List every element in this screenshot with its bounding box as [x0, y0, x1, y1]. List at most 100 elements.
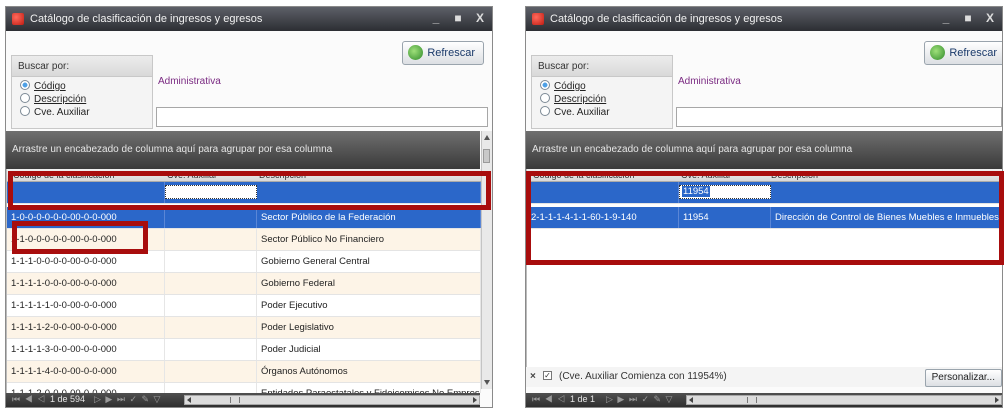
- table-row[interactable]: 1-1-1-1-4-0-0-00-0-0-000 Órganos Autónomo…: [7, 361, 481, 383]
- cell-codigo[interactable]: 1-1-1-1-2-0-0-00-0-0-000: [7, 317, 165, 338]
- refresh-button[interactable]: Refrescar: [924, 41, 1002, 65]
- cell-cve-auxiliar[interactable]: [165, 207, 257, 228]
- col-header-cve-auxiliar[interactable]: Cve. Auxiliar: [681, 170, 731, 180]
- clear-filter-icon[interactable]: ×: [530, 371, 536, 382]
- cell-codigo[interactable]: 1-1-1-1-4-0-0-00-0-0-000: [7, 361, 165, 382]
- scroll-right-icon[interactable]: [995, 397, 999, 403]
- scroll-thumb[interactable]: [747, 397, 757, 403]
- cell-cve-auxiliar[interactable]: [165, 383, 257, 393]
- refresh-button[interactable]: Refrescar: [402, 41, 484, 65]
- option-descripcion[interactable]: Descripción: [540, 93, 606, 105]
- filter-input-cve-auxiliar[interactable]: [165, 185, 257, 199]
- refresh-label: Refrescar: [949, 47, 997, 59]
- cell-codigo[interactable]: 1-1-0-0-0-0-0-00-0-0-000: [7, 229, 165, 250]
- cell-codigo[interactable]: 1-1-1-1-3-0-0-00-0-0-000: [7, 339, 165, 360]
- group-hint: Arrastre un encabezado de columna aquí p…: [12, 144, 333, 155]
- cell-cve-auxiliar[interactable]: [165, 317, 257, 338]
- option-cve-auxiliar[interactable]: Cve. Auxiliar: [20, 106, 90, 118]
- minimize-button[interactable]: _: [430, 11, 442, 25]
- cell-cve-auxiliar[interactable]: [165, 251, 257, 272]
- nav-next-last-icons[interactable]: ▷ ▶ ⏭ ✓ ✎ ▽: [94, 394, 161, 405]
- filter-cell-descripcion[interactable]: [771, 182, 1002, 203]
- minimize-button[interactable]: _: [940, 11, 952, 25]
- cell-descripcion[interactable]: Órganos Autónomos: [257, 361, 481, 382]
- horizontal-scrollbar[interactable]: [184, 395, 480, 405]
- close-button[interactable]: X: [474, 11, 486, 25]
- scroll-thumb[interactable]: [230, 397, 240, 403]
- catalog-window-left: Catálogo de clasificación de ingresos y …: [5, 6, 493, 408]
- customize-button[interactable]: Personalizar...: [924, 369, 1002, 387]
- cell-descripcion[interactable]: Poder Ejecutivo: [257, 295, 481, 316]
- col-header-descripcion[interactable]: Descripción: [259, 170, 306, 180]
- option-codigo[interactable]: Código: [20, 80, 66, 92]
- cell-codigo[interactable]: 1-0-0-0-0-0-0-00-0-0-000: [7, 207, 165, 228]
- scroll-left-icon[interactable]: [689, 397, 693, 403]
- cell-codigo[interactable]: 1-1-1-0-0-0-0-00-0-0-000: [7, 251, 165, 272]
- filter-cell-descripcion[interactable]: [257, 182, 481, 203]
- search-input[interactable]: [676, 107, 1002, 127]
- table-row[interactable]: 2-1-1-1-4-1-1-60-1-9-140 11954 Dirección d…: [527, 207, 1002, 229]
- vertical-scrollbar[interactable]: [481, 131, 492, 389]
- filter-checkbox[interactable]: ✓: [543, 371, 552, 380]
- navigator-bar: ⏮ ◀ ◁ 1 de 594 ▷ ▶ ⏭ ✓ ✎ ▽: [6, 393, 480, 407]
- option-codigo[interactable]: Código: [540, 80, 586, 92]
- filter-cell-codigo[interactable]: [527, 182, 679, 203]
- cell-descripcion[interactable]: Gobierno Federal: [257, 273, 481, 294]
- cell-cve-auxiliar[interactable]: [165, 273, 257, 294]
- cell-descripcion[interactable]: Dirección de Control de Bienes Muebles e…: [771, 207, 1002, 228]
- cell-cve-auxiliar[interactable]: [165, 361, 257, 382]
- table-row[interactable]: 1-1-1-1-3-0-0-00-0-0-000 Poder Judicial: [7, 339, 481, 361]
- cell-descripcion[interactable]: Sector Público de la Federación: [257, 207, 481, 228]
- admin-label: Administrativa: [158, 76, 221, 87]
- filter-status-bar: × ✓ (Cve. Auxiliar Comienza con 11954%) …: [526, 367, 1002, 387]
- scroll-right-icon[interactable]: [473, 397, 477, 403]
- close-button[interactable]: X: [984, 11, 996, 25]
- search-input[interactable]: [156, 107, 488, 127]
- cell-descripcion[interactable]: Sector Público No Financiero: [257, 229, 481, 250]
- nav-first-prev-icons[interactable]: ⏮ ◀ ◁: [532, 394, 566, 405]
- nav-first-prev-icons[interactable]: ⏮ ◀ ◁: [12, 394, 46, 405]
- filter-row[interactable]: [7, 182, 481, 204]
- col-header-codigo[interactable]: Código de la clasificación: [533, 170, 635, 180]
- option-descripcion[interactable]: Descripción: [20, 93, 86, 105]
- cell-cve-auxiliar[interactable]: [165, 339, 257, 360]
- cell-descripcion[interactable]: Poder Judicial: [257, 339, 481, 360]
- table-row[interactable]: 1-1-1-1-0-0-0-00-0-0-000 Gobierno Federal: [7, 273, 481, 295]
- col-header-descripcion[interactable]: Descripción: [771, 170, 818, 180]
- cell-codigo[interactable]: 2-1-1-1-4-1-1-60-1-9-140: [527, 207, 679, 228]
- scroll-left-icon[interactable]: [187, 397, 191, 403]
- data-grid: Código de la clasificación Cve. Auxiliar…: [526, 169, 1002, 367]
- cell-cve-auxiliar[interactable]: [165, 295, 257, 316]
- table-row[interactable]: 1-1-1-2-0-0-0-00-0-0-000 Entidades Paraes…: [7, 383, 481, 393]
- cell-codigo[interactable]: 1-1-1-1-1-0-0-00-0-0-000: [7, 295, 165, 316]
- scroll-down-icon[interactable]: [484, 380, 490, 385]
- table-row[interactable]: 1-1-1-1-1-0-0-00-0-0-000 Poder Ejecutivo: [7, 295, 481, 317]
- table-row[interactable]: 1-1-0-0-0-0-0-00-0-0-000 Sector Público N…: [7, 229, 481, 251]
- col-header-codigo[interactable]: Código de la clasificación: [13, 170, 115, 180]
- filter-input-cve-auxiliar[interactable]: 11954: [679, 185, 771, 199]
- cell-cve-auxiliar[interactable]: 11954: [679, 207, 771, 228]
- option-cve-auxiliar[interactable]: Cve. Auxiliar: [540, 106, 610, 118]
- filter-row[interactable]: 11954: [527, 182, 1002, 204]
- scroll-thumb[interactable]: [483, 149, 490, 163]
- cell-cve-auxiliar[interactable]: [165, 229, 257, 250]
- cell-descripcion[interactable]: Poder Legislativo: [257, 317, 481, 338]
- radio-icon: [20, 93, 30, 103]
- table-row[interactable]: 1-0-0-0-0-0-0-00-0-0-000 Sector Público d…: [7, 207, 481, 229]
- filter-cell-codigo[interactable]: [7, 182, 165, 203]
- horizontal-scrollbar[interactable]: [686, 395, 1002, 405]
- maximize-button[interactable]: ■: [962, 11, 974, 25]
- table-row[interactable]: 1-1-1-1-2-0-0-00-0-0-000 Poder Legislativ…: [7, 317, 481, 339]
- cell-descripcion[interactable]: Gobierno General Central: [257, 251, 481, 272]
- radio-icon: [20, 80, 30, 90]
- cell-codigo[interactable]: 1-1-1-1-0-0-0-00-0-0-000: [7, 273, 165, 294]
- table-row[interactable]: 1-1-1-0-0-0-0-00-0-0-000 Gobierno General…: [7, 251, 481, 273]
- cell-codigo[interactable]: 1-1-1-2-0-0-0-00-0-0-000: [7, 383, 165, 393]
- col-header-cve-auxiliar[interactable]: Cve. Auxiliar: [167, 170, 217, 180]
- scroll-up-icon[interactable]: [484, 135, 490, 140]
- cell-descripcion[interactable]: Entidades Paraestatales y Fideicomisos N…: [257, 383, 481, 393]
- nav-next-last-icons[interactable]: ▷ ▶ ⏭ ✓ ✎ ▽: [606, 394, 673, 405]
- group-by-bar[interactable]: Arrastre un encabezado de columna aquí p…: [526, 131, 1002, 169]
- maximize-button[interactable]: ■: [452, 11, 464, 25]
- group-by-bar[interactable]: Arrastre un encabezado de columna aquí p…: [6, 131, 480, 169]
